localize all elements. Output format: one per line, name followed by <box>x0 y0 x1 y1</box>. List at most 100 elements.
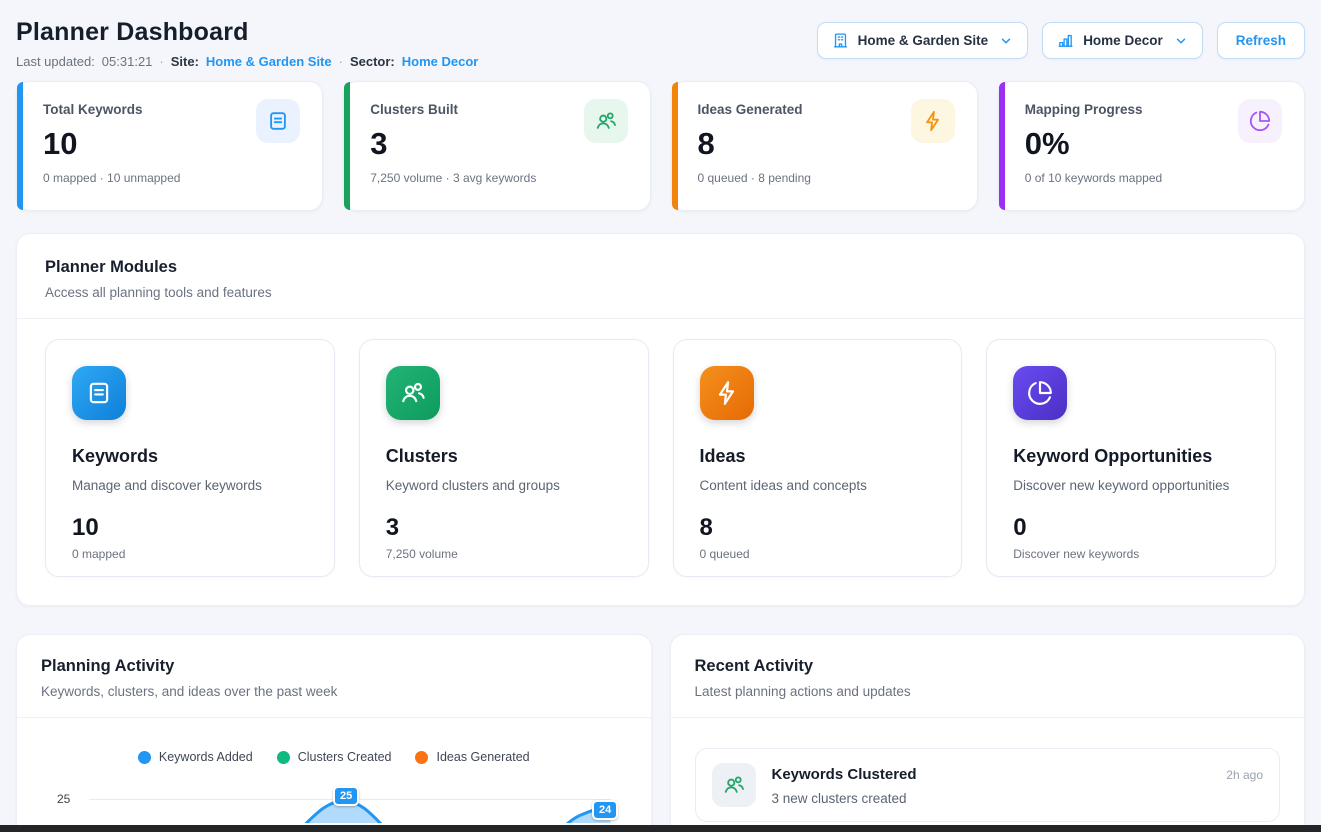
modules-panel-title: Planner Modules <box>45 258 1276 277</box>
activity-title-row: Keywords Clustered 2h ago <box>772 763 1264 783</box>
module-description: Content ideas and concepts <box>700 478 936 493</box>
activity-item-keywords-clustered[interactable]: Keywords Clustered 2h ago 3 new clusters… <box>695 748 1281 822</box>
legend-item-ideas-generated[interactable]: Ideas Generated <box>415 750 529 764</box>
planning-activity-header: Planning Activity Keywords, clusters, an… <box>17 635 651 718</box>
topbar-controls: Home & Garden Site Home Decor Refresh <box>817 22 1305 59</box>
sector-selector-value: Home Decor <box>1083 33 1163 48</box>
planning-activity-panel: Planning Activity Keywords, clusters, an… <box>16 634 652 832</box>
recent-activity-subtitle: Latest planning actions and updates <box>695 684 1281 699</box>
meta-separator: · <box>339 54 343 69</box>
legend-label: Clusters Created <box>298 750 392 764</box>
meta-separator: · <box>159 54 163 69</box>
pie-chart-icon <box>1013 366 1067 420</box>
data-point-label: 25 <box>333 786 359 806</box>
file-lines-icon <box>72 366 126 420</box>
header-meta: Last updated: 05:31:21 · Site: Home & Ga… <box>16 54 478 69</box>
y-axis-tick: 25 <box>57 792 70 806</box>
stat-sub: 7,250 volume · 3 avg keywords <box>370 171 629 185</box>
bottom-row: Planning Activity Keywords, clusters, an… <box>16 634 1305 832</box>
recent-activity-title: Recent Activity <box>695 657 1281 676</box>
planner-dashboard-page: Planner Dashboard Last updated: 05:31:21… <box>0 0 1321 832</box>
last-updated-time: 05:31:21 <box>102 54 153 69</box>
sector-link[interactable]: Home Decor <box>402 54 479 69</box>
legend-dot-blue <box>138 751 151 764</box>
stat-sub: 0 mapped · 10 unmapped <box>43 171 302 185</box>
activity-item-description: 3 new clusters created <box>772 791 1264 806</box>
stat-card-clusters-built: Clusters Built 3 7,250 volume · 3 avg ke… <box>343 81 650 211</box>
modules-grid: Keywords Manage and discover keywords 10… <box>45 339 1276 577</box>
planning-activity-title: Planning Activity <box>41 657 627 676</box>
stat-accent-bar <box>17 82 23 210</box>
recent-activity-list: Keywords Clustered 2h ago 3 new clusters… <box>671 718 1305 822</box>
area-chart: 25 25 24 <box>41 777 627 823</box>
bottom-edge-bar <box>0 825 1321 832</box>
planning-activity-chart: Keywords Added Clusters Created Ideas Ge… <box>17 718 651 823</box>
recent-activity-header: Recent Activity Latest planning actions … <box>671 635 1305 718</box>
module-value: 0 <box>1013 514 1249 542</box>
module-title: Clusters <box>386 446 622 467</box>
site-selector[interactable]: Home & Garden Site <box>817 22 1029 59</box>
module-description: Keyword clusters and groups <box>386 478 622 493</box>
chevron-down-icon <box>1174 34 1188 48</box>
module-value: 3 <box>386 514 622 542</box>
modules-panel-header: Planner Modules Access all planning tool… <box>17 234 1304 319</box>
module-sub: 0 queued <box>700 547 936 561</box>
site-label: Site: <box>171 54 199 69</box>
stats-row: Total Keywords 10 0 mapped · 10 unmapped… <box>16 81 1305 211</box>
planner-modules-panel: Planner Modules Access all planning tool… <box>16 233 1305 606</box>
module-sub: 7,250 volume <box>386 547 622 561</box>
sector-selector[interactable]: Home Decor <box>1042 22 1203 59</box>
stat-accent-bar <box>672 82 678 210</box>
module-card-keyword-opportunities[interactable]: Keyword Opportunities Discover new keywo… <box>986 339 1276 577</box>
activity-item-title: Keywords Clustered <box>772 766 917 783</box>
activity-item-time: 2h ago <box>1226 768 1263 782</box>
recent-activity-panel: Recent Activity Latest planning actions … <box>670 634 1306 832</box>
site-link[interactable]: Home & Garden Site <box>206 54 332 69</box>
legend-item-clusters-created[interactable]: Clusters Created <box>277 750 392 764</box>
legend-item-keywords-added[interactable]: Keywords Added <box>138 750 253 764</box>
chart-legend: Keywords Added Clusters Created Ideas Ge… <box>41 750 627 764</box>
stat-sub: 0 queued · 8 pending <box>698 171 957 185</box>
module-value: 10 <box>72 514 308 542</box>
building-icon <box>832 32 849 49</box>
users-icon <box>386 366 440 420</box>
sector-label: Sector: <box>350 54 395 69</box>
activity-item-main: Keywords Clustered 2h ago 3 new clusters… <box>772 763 1264 806</box>
module-sub: Discover new keywords <box>1013 547 1249 561</box>
legend-label: Ideas Generated <box>436 750 529 764</box>
legend-dot-orange <box>415 751 428 764</box>
site-selector-value: Home & Garden Site <box>858 33 989 48</box>
page-title: Planner Dashboard <box>16 18 478 47</box>
stat-card-ideas-generated: Ideas Generated 8 0 queued · 8 pending <box>671 81 978 211</box>
module-card-keywords[interactable]: Keywords Manage and discover keywords 10… <box>45 339 335 577</box>
chevron-down-icon <box>999 34 1013 48</box>
stat-card-total-keywords: Total Keywords 10 0 mapped · 10 unmapped <box>16 81 323 211</box>
module-title: Ideas <box>700 446 936 467</box>
zap-icon <box>700 366 754 420</box>
file-lines-icon <box>256 99 300 143</box>
refresh-button[interactable]: Refresh <box>1217 22 1305 59</box>
last-updated-label: Last updated: <box>16 54 95 69</box>
module-description: Manage and discover keywords <box>72 478 308 493</box>
stat-card-mapping-progress: Mapping Progress 0% 0 of 10 keywords map… <box>998 81 1305 211</box>
module-description: Discover new keyword opportunities <box>1013 478 1249 493</box>
module-card-ideas[interactable]: Ideas Content ideas and concepts 8 0 que… <box>673 339 963 577</box>
users-icon <box>584 99 628 143</box>
stat-sub: 0 of 10 keywords mapped <box>1025 171 1284 185</box>
module-sub: 0 mapped <box>72 547 308 561</box>
users-icon <box>712 763 756 807</box>
topbar: Planner Dashboard Last updated: 05:31:21… <box>16 18 1305 69</box>
module-title: Keywords <box>72 446 308 467</box>
planning-activity-subtitle: Keywords, clusters, and ideas over the p… <box>41 684 627 699</box>
modules-panel-subtitle: Access all planning tools and features <box>45 285 1276 300</box>
legend-label: Keywords Added <box>159 750 253 764</box>
module-title: Keyword Opportunities <box>1013 446 1249 467</box>
module-card-clusters[interactable]: Clusters Keyword clusters and groups 3 7… <box>359 339 649 577</box>
stat-accent-bar <box>344 82 350 210</box>
legend-dot-green <box>277 751 290 764</box>
modules-body: Keywords Manage and discover keywords 10… <box>17 319 1304 605</box>
pie-chart-icon <box>1238 99 1282 143</box>
stat-accent-bar <box>999 82 1005 210</box>
bar-chart-icon <box>1057 32 1074 49</box>
data-point-label: 24 <box>592 800 618 820</box>
